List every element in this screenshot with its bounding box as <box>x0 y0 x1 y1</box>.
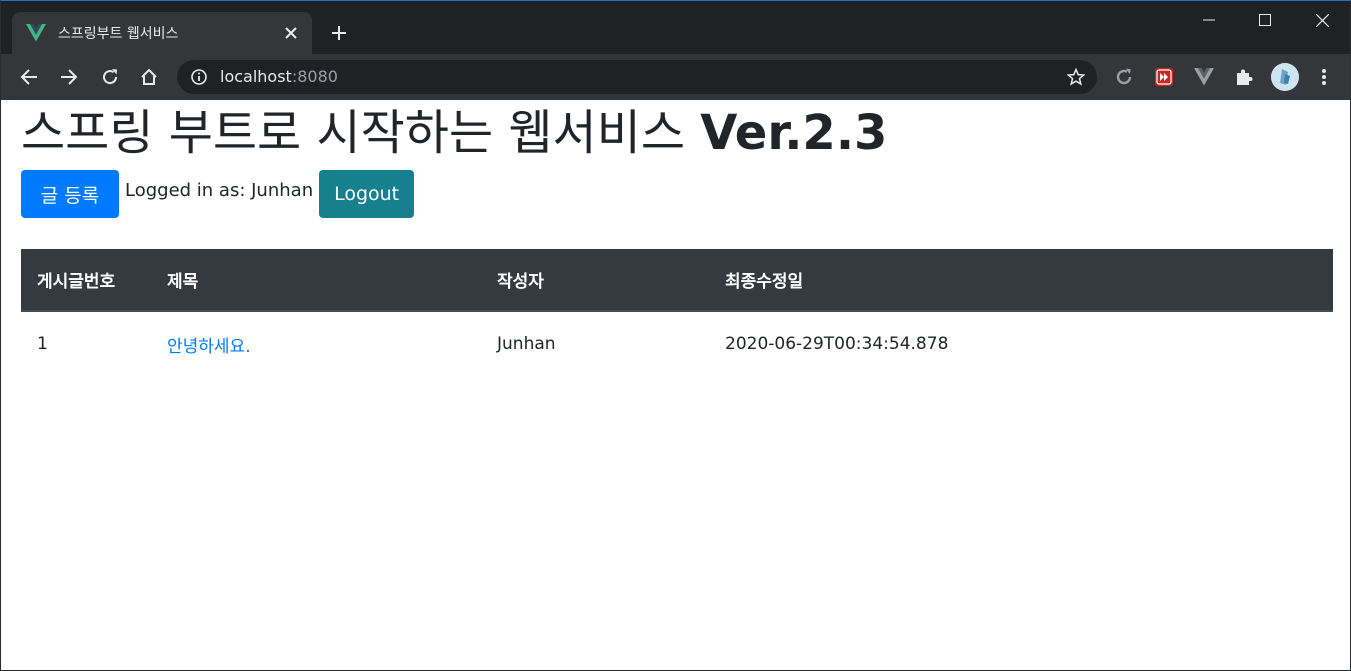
vue-logo-icon <box>25 23 47 43</box>
header-author: 작성자 <box>481 249 709 312</box>
action-bar: 글 등록 Logged in as: Junhan Logout <box>21 167 415 218</box>
login-status: Logged in as: Junhan <box>125 167 313 215</box>
reload-icon[interactable] <box>96 64 124 90</box>
browser-toolbar: localhost:8080 <box>1 54 1350 100</box>
arrow-left-icon[interactable] <box>15 64 43 90</box>
home-icon[interactable] <box>135 64 163 90</box>
url-host: localhost <box>220 67 292 86</box>
page-title: 스프링 부트로 시작하는 웹서비스 Ver.2.3 <box>21 104 887 162</box>
refresh-extension-icon[interactable] <box>1110 64 1138 90</box>
url-port: :8080 <box>291 67 338 86</box>
post-title-link[interactable]: 안녕하세요. <box>167 337 251 357</box>
arrow-right-icon[interactable] <box>55 64 83 90</box>
close-icon[interactable] <box>282 24 300 42</box>
logout-button[interactable]: Logout <box>319 170 415 218</box>
browser-tab[interactable]: 스프링부트 웹서비스 <box>12 12 312 54</box>
header-post-number: 게시글번호 <box>21 249 151 312</box>
cell-post-number: 1 <box>37 334 48 354</box>
puzzle-icon[interactable] <box>1230 64 1258 90</box>
cell-last-modified: 2020-06-29T00:34:54.878 <box>725 334 949 354</box>
address-bar[interactable]: localhost:8080 <box>177 60 1097 94</box>
cell-title: 안녕하세요. <box>151 311 481 376</box>
table-header-row: 게시글번호 제목 작성자 최종수정일 <box>21 249 1333 312</box>
avatar[interactable] <box>1271 63 1299 91</box>
user-name: Junhan <box>251 180 314 201</box>
minimize-icon[interactable] <box>1186 1 1232 39</box>
page-title-version: Ver.2.3 <box>700 105 888 161</box>
browser-window: 스프링부트 웹서비스 localhost:8080 스프링 부트로 시작하는 웹… <box>0 0 1351 671</box>
star-icon[interactable] <box>1065 66 1087 88</box>
login-prefix: Logged in as: <box>125 180 252 201</box>
url-text: localhost:8080 <box>220 68 338 86</box>
plus-icon[interactable] <box>327 21 351 45</box>
header-title: 제목 <box>151 249 481 312</box>
maximize-icon[interactable] <box>1242 1 1288 39</box>
info-icon[interactable] <box>189 67 209 87</box>
tab-title: 스프링부트 웹서비스 <box>58 26 179 42</box>
tab-strip: 스프링부트 웹서비스 <box>1 1 1350 54</box>
posts-table: 게시글번호 제목 작성자 최종수정일 1 안녕하세요. Junhan 2020-… <box>21 249 1333 376</box>
window-close-icon[interactable] <box>1299 1 1345 39</box>
vue-devtools-icon[interactable] <box>1190 64 1218 90</box>
kebab-menu-icon[interactable] <box>1310 64 1338 90</box>
register-post-button[interactable]: 글 등록 <box>21 170 119 218</box>
red-extension-icon[interactable] <box>1150 64 1178 90</box>
table-row: 1 안녕하세요. Junhan 2020-06-29T00:34:54.878 <box>21 311 1333 376</box>
page-title-main: 스프링 부트로 시작하는 웹서비스 <box>21 105 701 161</box>
header-last-modified: 최종수정일 <box>709 249 1333 312</box>
page-content: 스프링 부트로 시작하는 웹서비스 Ver.2.3 글 등록 Logged in… <box>1 100 1350 670</box>
cell-author: Junhan <box>497 334 556 354</box>
